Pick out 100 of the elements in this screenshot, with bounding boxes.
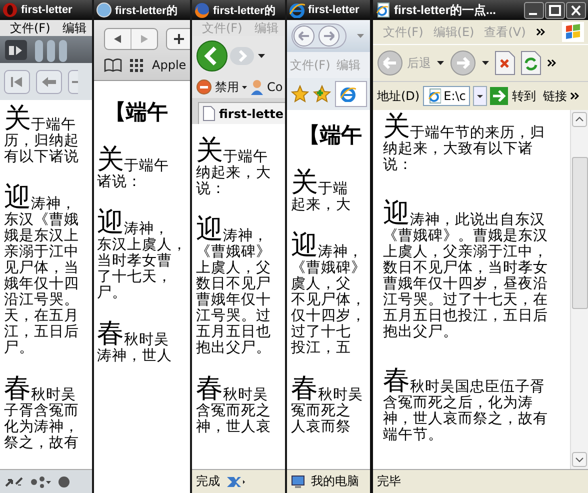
text-line: 涛神，: [124, 221, 169, 237]
close-icon[interactable]: [566, 2, 586, 18]
initial-letter: 春: [383, 366, 410, 395]
text-line: 涛神，此说出自东汉: [410, 212, 545, 228]
caret-icon[interactable]: [242, 86, 247, 88]
text-line: 上虞人，父亲溺于江中，: [383, 244, 549, 260]
caret-icon[interactable]: [482, 61, 489, 65]
text-line: 涛神，: [318, 244, 363, 260]
refresh-icon[interactable]: [521, 51, 541, 75]
back-icon[interactable]: [196, 40, 228, 72]
address-label: 地址(D): [377, 88, 420, 104]
initial-letter: 春: [196, 374, 223, 403]
scrollbar[interactable]: [570, 110, 588, 469]
text-line: 涛神，: [31, 196, 76, 212]
maximize-icon[interactable]: [545, 2, 565, 18]
windows-logo-icon: [562, 22, 584, 42]
back-icon: [377, 50, 403, 76]
initial-letter: 迎: [383, 199, 410, 228]
panel-toggle-icon[interactable]: [4, 38, 28, 60]
computer-icon: [291, 474, 305, 488]
initial-letter: 春: [97, 319, 124, 348]
text-line: 东汉上虞人，: [97, 237, 188, 253]
chevron-icon[interactable]: [547, 59, 556, 67]
blocked-icon[interactable]: [196, 79, 212, 95]
caret-icon[interactable]: [437, 61, 444, 65]
address-field[interactable]: E:\c: [422, 86, 470, 106]
text-line: 于端: [318, 181, 348, 197]
initial-letter: 春: [4, 374, 31, 403]
menu-item[interactable]: 文件(F): [10, 20, 50, 36]
browser-icon: [194, 2, 210, 18]
rewind-icon[interactable]: [4, 70, 30, 94]
add-favorite-icon[interactable]: [313, 85, 331, 103]
text-line: 端午节。: [383, 427, 444, 443]
chevron-icon[interactable]: [536, 28, 545, 36]
text-line: 不见尸体，: [291, 292, 367, 308]
back-icon[interactable]: [36, 70, 62, 94]
status-text: 完毕: [377, 473, 401, 490]
caret-icon[interactable]: [258, 54, 265, 58]
scroll-up-icon[interactable]: [572, 112, 587, 127]
minimize-icon[interactable]: [524, 2, 544, 18]
text-line: 秋时吴: [318, 387, 363, 403]
browser-icon: [289, 2, 305, 18]
toolbar-button[interactable]: 禁用: [215, 78, 239, 96]
grid-icon[interactable]: [130, 58, 144, 72]
stop-icon[interactable]: [495, 51, 515, 75]
chevron-icon[interactable]: [570, 92, 579, 100]
browser-tab[interactable]: [335, 81, 367, 107]
window-title: first-letter: [21, 4, 72, 16]
dropdown-icon[interactable]: [472, 86, 487, 106]
links-button[interactable]: 链接: [542, 88, 567, 104]
menu-item[interactable]: 编辑: [62, 20, 86, 36]
network-icon[interactable]: [30, 476, 52, 488]
addon-icon[interactable]: [226, 474, 246, 488]
text-line: 有以下诸说: [4, 149, 80, 165]
text-line: 当时孝女曹: [97, 253, 173, 269]
text-line: 天，在五月: [4, 308, 80, 324]
browser-icon: [375, 2, 391, 18]
page-icon: [426, 88, 441, 104]
text-line: 历，归纳起: [4, 133, 80, 149]
text-line: 冤而死之: [291, 403, 352, 419]
window-title: first-letter的: [213, 4, 276, 18]
text-line: 数日不见尸体，当时孝女: [383, 260, 549, 276]
text-line: 上虞人，父: [196, 260, 272, 276]
star-icon[interactable]: [291, 85, 309, 103]
text-line: 了十七天，: [97, 269, 173, 285]
bookmark-link[interactable]: Apple: [152, 58, 186, 72]
initial-letter: 迎: [97, 208, 124, 237]
back-forward-icon[interactable]: [104, 28, 158, 50]
text-line: 诸说：: [97, 174, 143, 190]
ie-icon: [340, 86, 356, 102]
toolbar-button[interactable]: Co: [267, 80, 283, 94]
text-line: 秋时吴: [31, 387, 76, 403]
arrows-icon[interactable]: [4, 476, 24, 488]
go-button[interactable]: 转到: [490, 87, 536, 105]
scroll-thumb[interactable]: [572, 157, 588, 309]
text-line: 子胥含冤而: [4, 403, 80, 419]
text-line: 投江，五: [291, 340, 352, 356]
initial-letter: 关: [291, 168, 318, 197]
browser-tab[interactable]: first-lette: [198, 102, 285, 124]
text-line: 神，世人哀: [196, 419, 272, 435]
initial-letter: 迎: [4, 183, 31, 212]
text-line: 涛神，世人: [97, 348, 173, 364]
status-text: 我的电脑: [311, 473, 359, 490]
text-line: 过了十七: [291, 324, 352, 340]
scroll-down-icon[interactable]: [572, 452, 587, 467]
initial-letter: 关: [383, 112, 410, 141]
text-line: 秋时吴国忠臣伍子胥: [410, 379, 545, 395]
text-line: 亲溺于江中: [4, 244, 80, 260]
add-icon[interactable]: [166, 28, 190, 50]
initial-letter: 关: [196, 136, 223, 165]
text-line: 抱出父尸。: [196, 340, 272, 356]
browser-icon: [96, 2, 112, 18]
text-line: 江号哭。过: [196, 308, 272, 324]
text-line: 仅十四岁，: [291, 308, 367, 324]
initial-letter: 迎: [196, 215, 223, 244]
browser-icon: [2, 2, 18, 18]
book-icon[interactable]: [104, 58, 122, 72]
text-line: 抱出父尸。: [383, 324, 459, 340]
text-line: 娥是东汉上: [4, 228, 80, 244]
text-line: 化为涛神，: [4, 419, 80, 435]
